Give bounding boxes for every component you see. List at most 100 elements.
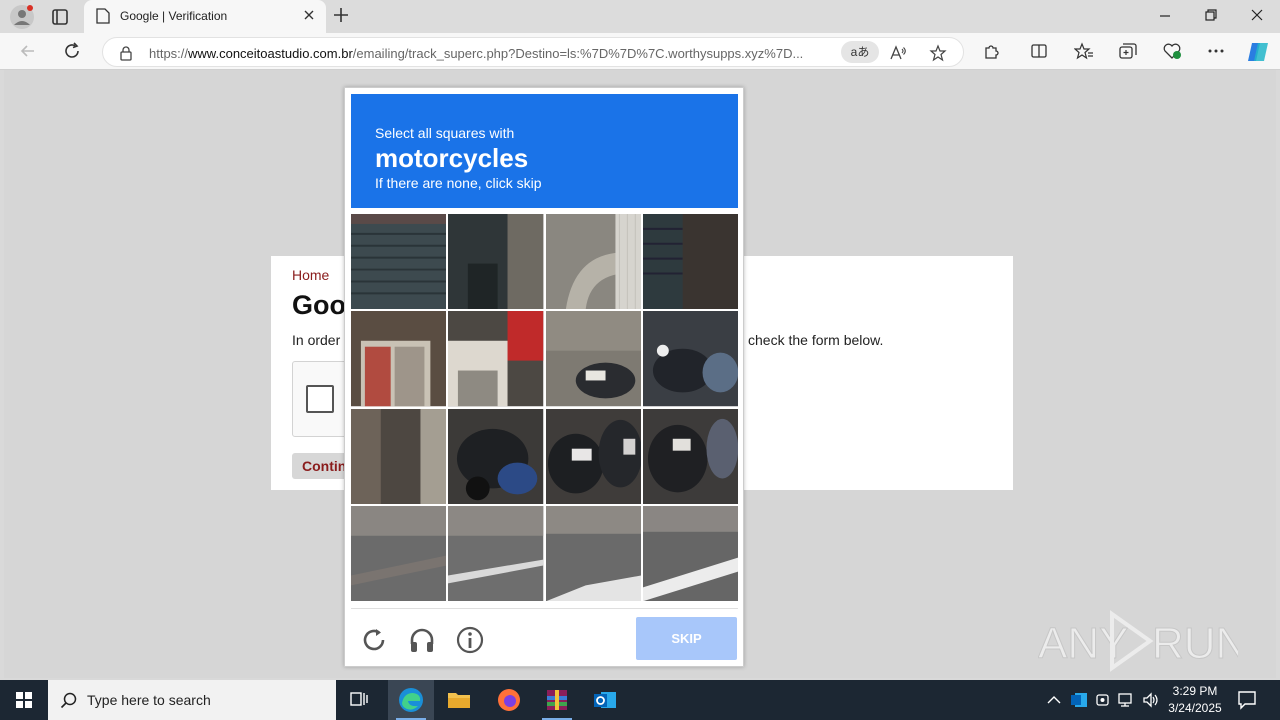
windows-taskbar: Type here to search 3:29 PM 3/24/2025 bbox=[0, 680, 1280, 720]
intro-text-right: check the form below. bbox=[748, 332, 884, 348]
captcha-tile[interactable] bbox=[642, 311, 738, 407]
skip-button[interactable]: SKIP bbox=[636, 617, 737, 660]
taskbar-file-explorer[interactable] bbox=[436, 680, 482, 720]
breadcrumb-home[interactable]: Home bbox=[292, 267, 329, 283]
copilot-icon[interactable] bbox=[1246, 40, 1270, 64]
tab-title: Google | Verification bbox=[120, 9, 228, 23]
restore-icon[interactable] bbox=[1202, 6, 1220, 24]
captcha-challenge-dialog: Select all squares with motorcycles If t… bbox=[344, 87, 744, 667]
read-aloud-icon[interactable] bbox=[889, 44, 907, 62]
street-photo-tile bbox=[448, 505, 544, 601]
street-photo-tile bbox=[351, 214, 447, 310]
winrar-icon bbox=[547, 690, 567, 710]
address-bar[interactable]: https://www.conceitoastudio.com.br/email… bbox=[102, 37, 964, 67]
reload-challenge-icon[interactable] bbox=[359, 625, 389, 655]
svg-text:ANY: ANY bbox=[1038, 619, 1128, 668]
captcha-tile[interactable] bbox=[642, 214, 738, 310]
browser-essentials-icon[interactable] bbox=[1162, 42, 1182, 60]
taskbar-search-box[interactable]: Type here to search bbox=[48, 680, 336, 720]
recaptcha-checkbox[interactable] bbox=[306, 385, 334, 413]
taskbar-clock[interactable]: 3:29 PM 3/24/2025 bbox=[1160, 683, 1230, 717]
page-icon bbox=[96, 8, 110, 24]
captcha-tile[interactable] bbox=[448, 505, 544, 601]
captcha-image-grid bbox=[351, 214, 738, 601]
captcha-tile[interactable] bbox=[448, 311, 544, 407]
browser-toolbar: https://www.conceitoastudio.com.br/email… bbox=[0, 33, 1280, 70]
captcha-tile[interactable] bbox=[351, 214, 447, 310]
extensions-icon[interactable] bbox=[982, 42, 1000, 60]
refresh-icon[interactable] bbox=[62, 41, 82, 61]
volume-icon[interactable] bbox=[1142, 691, 1160, 709]
windows-start-icon[interactable] bbox=[0, 680, 48, 720]
url-prefix: https:// bbox=[149, 46, 189, 61]
captcha-tile[interactable] bbox=[642, 408, 738, 504]
street-photo-tile bbox=[642, 214, 738, 310]
outlook-icon bbox=[594, 692, 616, 708]
taskbar-winrar[interactable] bbox=[534, 680, 580, 720]
taskbar-firefox[interactable] bbox=[486, 680, 532, 720]
instruction-skip-hint: If there are none, click skip bbox=[375, 175, 542, 191]
tab-actions-icon[interactable] bbox=[50, 7, 70, 27]
street-photo-tile bbox=[351, 311, 447, 407]
taskbar-edge[interactable] bbox=[388, 680, 434, 720]
svg-text:RUN: RUN bbox=[1152, 619, 1238, 668]
captcha-tile[interactable] bbox=[351, 505, 447, 601]
captcha-tile[interactable] bbox=[351, 408, 447, 504]
close-tab-icon[interactable] bbox=[302, 8, 316, 22]
search-placeholder: Type here to search bbox=[87, 692, 211, 708]
info-icon[interactable] bbox=[455, 625, 485, 655]
url-path: /emailing/track_superc.php?Destino=ls:%7… bbox=[352, 46, 804, 61]
captcha-footer-divider bbox=[351, 608, 738, 609]
outlook-tray-icon[interactable] bbox=[1070, 691, 1088, 709]
collections-icon[interactable] bbox=[1118, 42, 1138, 60]
lock-icon[interactable] bbox=[119, 45, 133, 61]
captcha-tile[interactable] bbox=[545, 214, 641, 310]
edge-icon bbox=[399, 688, 423, 712]
url-text[interactable]: https://www.conceitoastudio.com.br/email… bbox=[149, 46, 839, 61]
active-tab[interactable]: Google | Verification bbox=[84, 0, 326, 33]
captcha-tile[interactable] bbox=[351, 311, 447, 407]
settings-more-icon[interactable] bbox=[1206, 42, 1226, 60]
clock-date: 3/24/2025 bbox=[1168, 701, 1222, 715]
search-icon bbox=[60, 692, 77, 709]
translate-button[interactable]: aあ bbox=[841, 41, 879, 63]
task-view-button[interactable] bbox=[337, 680, 383, 720]
show-hidden-icons-icon[interactable] bbox=[1046, 694, 1062, 706]
captcha-target-word: motorcycles bbox=[375, 143, 529, 173]
favorite-star-icon[interactable] bbox=[929, 44, 947, 62]
intro-text-left: In order bbox=[292, 332, 341, 348]
favorites-icon[interactable] bbox=[1074, 42, 1094, 60]
firefox-icon bbox=[498, 689, 520, 711]
back-icon[interactable] bbox=[18, 41, 38, 61]
notifications-icon[interactable] bbox=[1236, 689, 1258, 711]
street-photo-tile bbox=[545, 214, 641, 310]
street-photo-tile bbox=[545, 311, 641, 407]
clock-time: 3:29 PM bbox=[1172, 684, 1218, 698]
audio-challenge-icon[interactable] bbox=[407, 625, 437, 655]
folder-icon bbox=[448, 693, 470, 708]
street-photo-tile bbox=[642, 505, 738, 601]
captcha-tile[interactable] bbox=[448, 214, 544, 310]
captcha-tile[interactable] bbox=[642, 505, 738, 601]
url-domain: www.conceitoastudio.com.br bbox=[188, 46, 353, 61]
page-title: Goo bbox=[292, 290, 346, 320]
street-photo-tile bbox=[448, 408, 544, 504]
captcha-tile[interactable] bbox=[545, 311, 641, 407]
street-photo-tile bbox=[351, 505, 447, 601]
captcha-tile[interactable] bbox=[545, 408, 641, 504]
street-photo-tile bbox=[351, 408, 447, 504]
close-window-icon[interactable] bbox=[1248, 6, 1266, 24]
new-tab-icon[interactable] bbox=[332, 6, 350, 24]
captcha-tile[interactable] bbox=[545, 505, 641, 601]
network-icon[interactable] bbox=[1118, 691, 1136, 709]
street-photo-tile bbox=[545, 505, 641, 601]
instruction-line: Select all squares with bbox=[375, 125, 515, 141]
taskbar-outlook[interactable] bbox=[582, 680, 628, 720]
street-photo-tile bbox=[642, 311, 738, 407]
anyrun-watermark-logo: ANY RUN bbox=[1038, 610, 1238, 672]
split-screen-icon[interactable] bbox=[1030, 42, 1048, 60]
minimize-icon[interactable] bbox=[1156, 6, 1174, 24]
meet-now-icon[interactable] bbox=[1095, 691, 1113, 709]
captcha-tile[interactable] bbox=[448, 408, 544, 504]
profile-icon[interactable] bbox=[10, 5, 34, 29]
